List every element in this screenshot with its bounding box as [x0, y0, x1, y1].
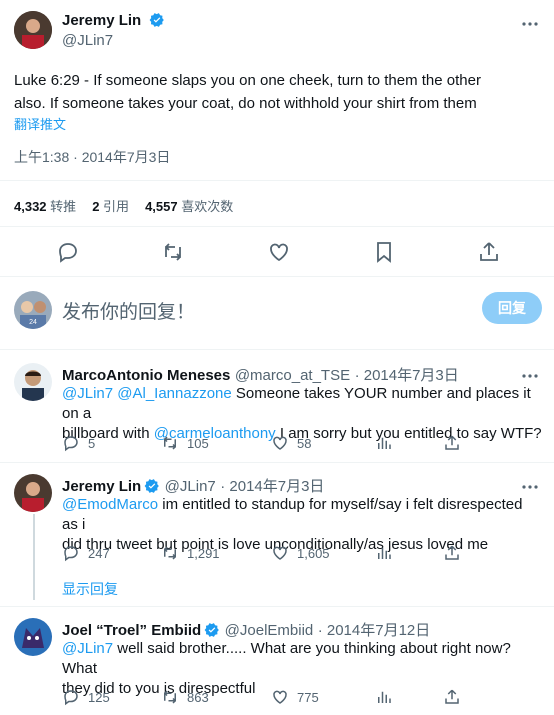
quote-count: 2 [92, 199, 100, 214]
like-icon[interactable] [267, 240, 291, 264]
share-button-small[interactable] [443, 687, 469, 707]
reply-date[interactable]: · 2014年7月3日 [220, 478, 324, 495]
translate-link[interactable]: 翻译推文 [14, 114, 66, 133]
reply-author-name[interactable]: MarcoAntonio Meneses [62, 367, 230, 384]
like-count: 58 [297, 435, 312, 451]
quote-label: 引用 [103, 199, 130, 214]
like-icon [273, 690, 287, 704]
author-avatar[interactable] [14, 11, 52, 49]
tweet-text-line: Luke 6:29 - If someone slaps you on one … [14, 72, 481, 89]
author-handle[interactable]: @JLin7 [62, 32, 113, 49]
reply-count: 125 [88, 689, 110, 705]
author-header: Jeremy Lin [62, 12, 165, 30]
share-icon[interactable] [477, 240, 501, 264]
reply-icon [64, 436, 78, 452]
reply-button-small[interactable]: 125 [62, 687, 110, 707]
reply-count: 5 [88, 435, 96, 451]
verified-badge-icon [149, 13, 164, 27]
reply-avatar[interactable] [14, 363, 52, 401]
tweet-action-bar [0, 236, 554, 268]
retweet-count: 1,291 [187, 545, 220, 561]
like-count: 1,605 [297, 545, 330, 561]
thread-line [33, 514, 35, 600]
retweet-button-small[interactable]: 863 [161, 687, 209, 707]
more-icon[interactable] [520, 14, 540, 34]
reply-text-segment: well said brother..... What are you thin… [62, 640, 511, 677]
show-replies-link[interactable]: 显示回复 [62, 579, 118, 599]
mention-link[interactable]: @Al_Iannazzone [117, 385, 231, 402]
share-button-small[interactable] [443, 433, 469, 453]
mention-link[interactable]: @EmodMarco [62, 496, 158, 513]
reply-action-bar: 5 105 58 [62, 433, 542, 453]
share-icon [445, 545, 459, 560]
mention-link[interactable]: @JLin7 [62, 385, 113, 402]
like-label: 喜欢次数 [181, 199, 234, 214]
verified-badge-icon [204, 623, 220, 637]
analytics-icon [378, 691, 391, 703]
like-button-small[interactable]: 1,605 [271, 543, 330, 563]
mention-link[interactable]: @JLin7 [62, 640, 113, 657]
analytics-icon [378, 437, 391, 449]
like-icon [273, 546, 287, 560]
author-name[interactable]: Jeremy Lin [62, 12, 141, 29]
reply-handle[interactable]: @JoelEmbiid [225, 622, 314, 639]
share-icon [445, 689, 459, 704]
retweet-count: 4,332 [14, 199, 47, 214]
compose-input[interactable]: 发布你的回复！ [62, 297, 195, 324]
retweet-button-small[interactable]: 1,291 [161, 543, 220, 563]
reply-icon[interactable] [56, 240, 80, 264]
reply-button-small[interactable]: 247 [62, 543, 110, 563]
tweet-body: Luke 6:29 - If someone slaps you on one … [14, 69, 544, 115]
retweet-icon [164, 436, 176, 450]
reply-handle[interactable]: @JLin7 [165, 478, 216, 495]
like-stat[interactable]: 4,557 喜欢次数 [145, 196, 233, 215]
reply-icon [64, 546, 78, 562]
verified-badge-icon [144, 479, 160, 493]
retweet-count: 105 [187, 435, 209, 451]
retweet-stat[interactable]: 4,332 转推 [14, 196, 76, 215]
user-avatar[interactable]: 24 [14, 291, 52, 329]
reply-header: Joel “Troel” Embiid @JoelEmbiid · 2014年7… [62, 619, 430, 640]
reply-handle[interactable]: @marco_at_TSE [235, 367, 350, 384]
quote-stat[interactable]: 2 引用 [92, 196, 129, 215]
like-count: 775 [297, 689, 319, 705]
tweet-timestamp[interactable]: 上午1:38 · 2014年7月3日 [14, 147, 170, 167]
share-button-small[interactable] [443, 543, 469, 563]
reply-date[interactable]: · 2014年7月12日 [318, 622, 431, 639]
share-icon [445, 435, 459, 450]
reply-header: Jeremy Lin @JLin7 · 2014年7月3日 [62, 475, 324, 496]
retweet-icon[interactable] [161, 240, 185, 264]
reply-button-small[interactable]: 5 [62, 433, 95, 453]
analytics-button[interactable] [375, 433, 401, 453]
analytics-icon [378, 547, 391, 559]
retweet-icon [164, 690, 176, 704]
like-count: 4,557 [145, 199, 178, 214]
like-button-small[interactable]: 775 [271, 687, 319, 707]
analytics-button[interactable] [375, 543, 401, 563]
analytics-button[interactable] [375, 687, 401, 707]
reply-icon [64, 690, 78, 706]
reply-date[interactable]: · 2014年7月3日 [355, 367, 459, 384]
bookmark-icon[interactable] [372, 240, 396, 264]
svg-text:24: 24 [29, 319, 37, 326]
reply-avatar[interactable] [14, 474, 52, 512]
reply-header: MarcoAntonio Meneses @marco_at_TSE · 201… [62, 364, 459, 385]
like-icon [273, 436, 287, 450]
reply-button[interactable]: 回复 [482, 292, 542, 324]
like-button-small[interactable]: 58 [271, 433, 311, 453]
reply-count: 247 [88, 545, 110, 561]
reply-author-name[interactable]: Jeremy Lin [62, 478, 141, 495]
retweet-count: 863 [187, 689, 209, 705]
retweet-button-small[interactable]: 105 [161, 433, 209, 453]
more-icon[interactable] [520, 477, 540, 497]
more-icon[interactable] [520, 366, 540, 386]
reply-action-bar: 247 1,291 1,605 [62, 543, 542, 563]
tweet-stats: 4,332 转推 2 引用 4,557 喜欢次数 [14, 196, 233, 215]
retweet-label: 转推 [50, 199, 77, 214]
reply-action-bar: 125 863 775 [62, 687, 542, 707]
reply-avatar[interactable] [14, 618, 52, 656]
retweet-icon [164, 546, 176, 560]
reply-author-name[interactable]: Joel “Troel” Embiid [62, 622, 201, 639]
tweet-text-line: also. If someone takes your coat, do not… [14, 95, 477, 112]
